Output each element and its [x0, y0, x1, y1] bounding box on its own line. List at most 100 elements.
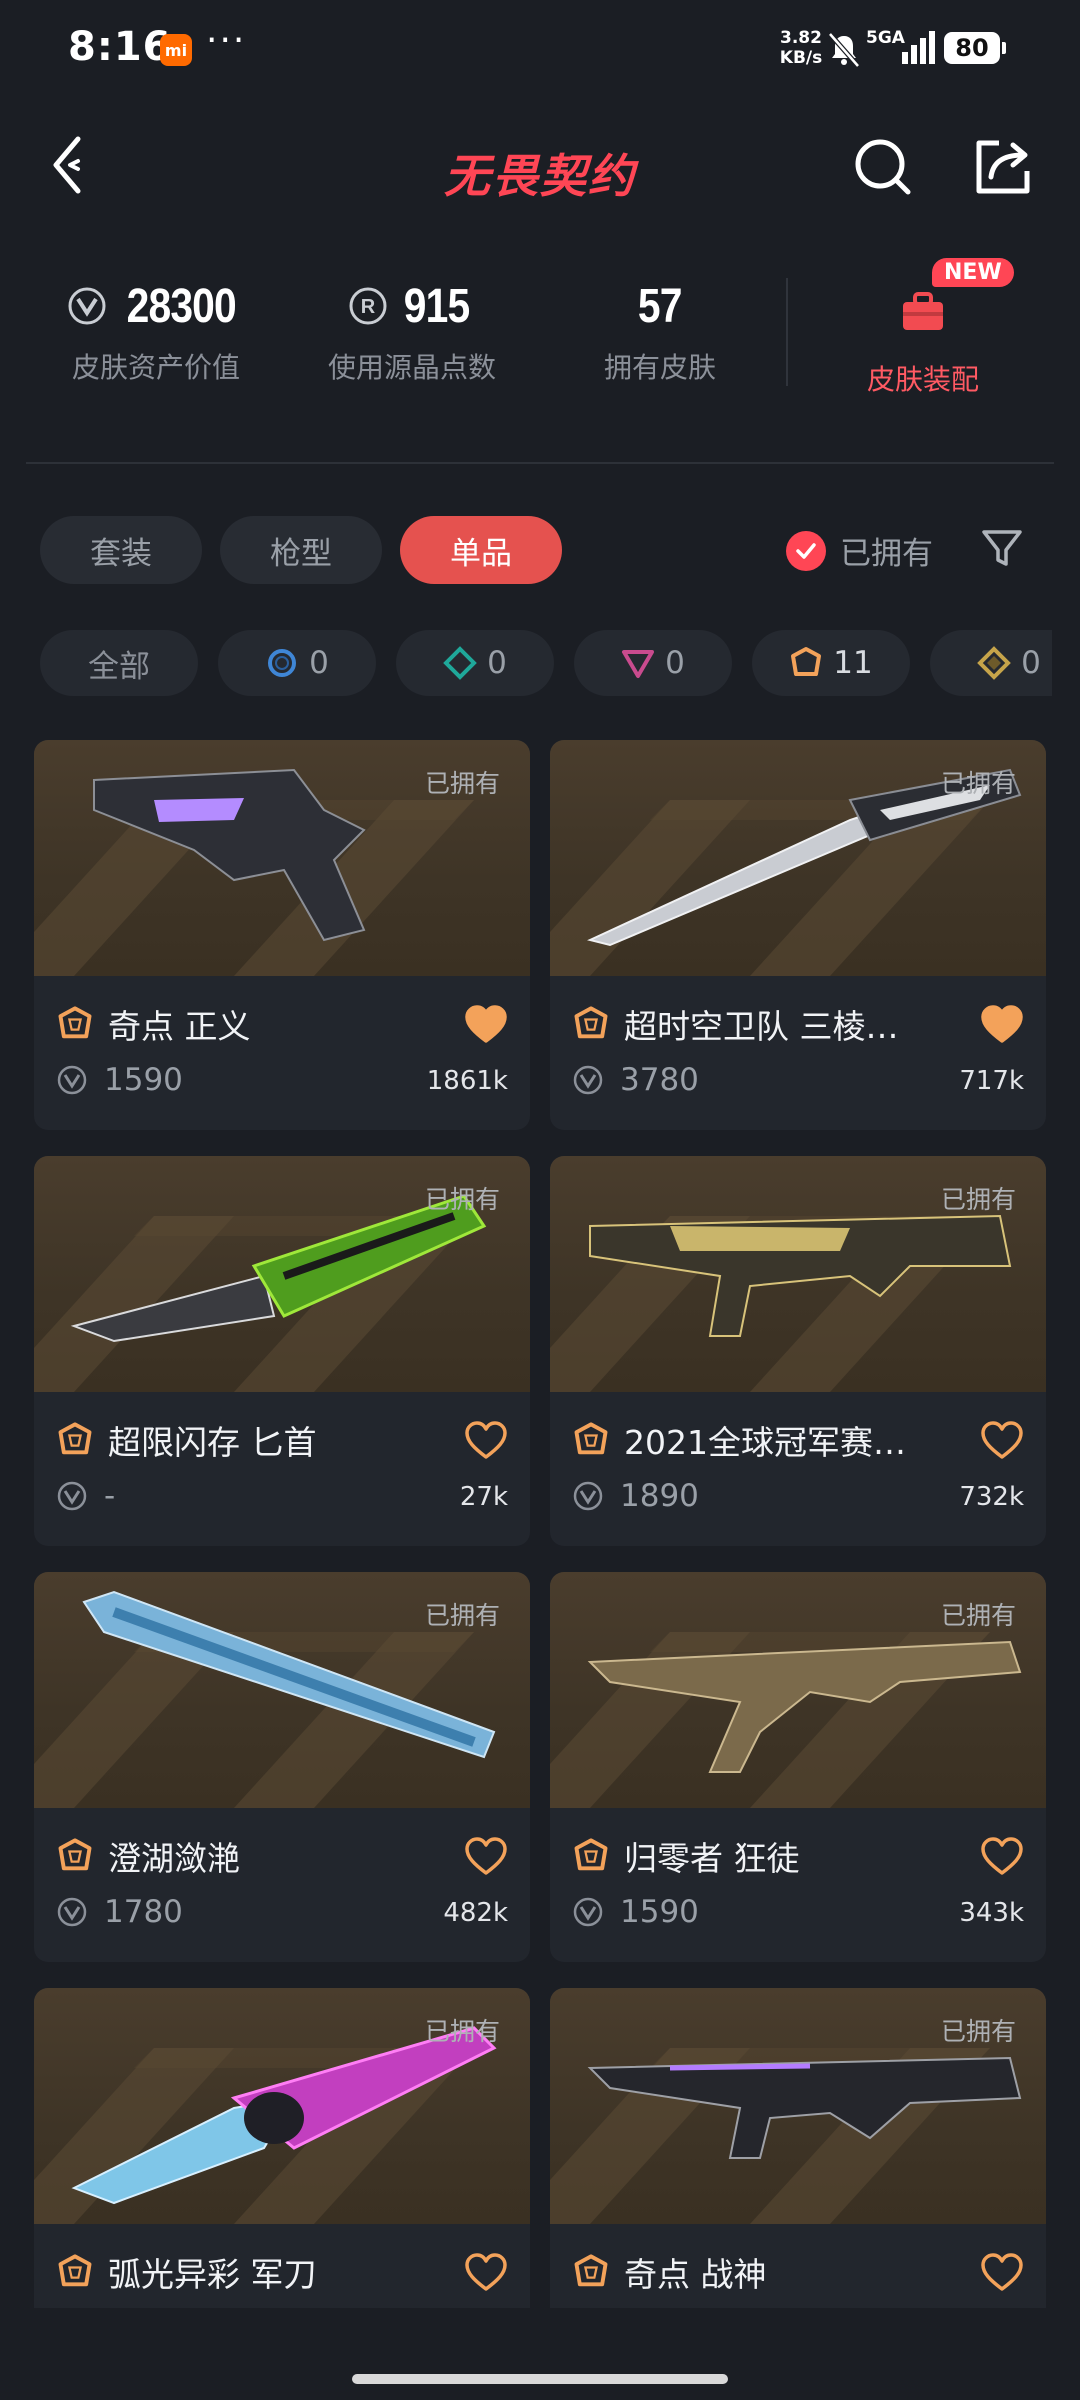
category-tabs: 套装 枪型 单品	[40, 516, 562, 586]
like-count: 482k	[443, 1898, 508, 1928]
skin-name: 超限闪存 匕首	[108, 1423, 317, 1462]
owned-badge: 已拥有	[940, 1601, 1016, 1630]
skin-name: 奇点 正义	[108, 1007, 251, 1046]
skin-name: 2021全球冠军赛…	[624, 1423, 906, 1462]
home-indicator[interactable]	[352, 2374, 728, 2384]
tab-single-items[interactable]: 单品	[400, 516, 562, 584]
skin-card[interactable]: 已拥有 归零者 狂徒 1590 343k	[550, 1572, 1046, 1962]
ultra-tier-icon	[791, 647, 822, 676]
owned-badge: 已拥有	[424, 2017, 500, 2046]
skin-outfit-label: 皮肤装配	[866, 363, 979, 396]
tier-chip-count: 0	[309, 645, 329, 681]
skin-card[interactable]: 已拥有 超限闪存 匕首 - 27k	[34, 1156, 530, 1546]
asset-value: 28300	[126, 279, 236, 333]
ultra-tier-icon	[574, 1006, 608, 1039]
skin-card[interactable]: 已拥有弧光异彩 军刀	[34, 1988, 530, 2308]
funnel-icon	[982, 530, 1022, 566]
skin-price: 3780	[620, 1062, 699, 1098]
battery-icon: 80	[944, 32, 1006, 64]
svg-text:R: R	[361, 296, 376, 318]
filter-button[interactable]	[976, 522, 1028, 574]
heart-icon[interactable]	[464, 2252, 508, 2292]
ultra-tier-icon	[58, 1838, 92, 1871]
account-stats: 28300 皮肤资产价值 R 915 使用源晶点数 57 拥有皮肤 皮肤装配	[0, 258, 1080, 418]
network-speed-unit: KB/s	[779, 48, 823, 68]
vp-coin-icon	[573, 1897, 603, 1927]
skin-name: 弧光异彩 军刀	[108, 2255, 317, 2294]
back-arrow-icon	[53, 136, 81, 194]
tab-bundles[interactable]: 套装	[40, 516, 202, 584]
briefcase-icon	[903, 292, 943, 330]
network-speed: 3.82 KB/s	[776, 28, 826, 68]
tier-chip-ultra[interactable]: 11	[752, 630, 910, 696]
owned-filter-toggle[interactable]: 已拥有	[786, 528, 933, 573]
new-badge: NEW	[932, 258, 1014, 287]
search-button[interactable]	[850, 134, 916, 200]
divider	[26, 462, 1054, 464]
vp-coin-icon	[57, 1065, 87, 1095]
skin-card[interactable]: 已拥有 奇点 战神	[550, 1988, 1046, 2308]
more-notifications-icon: ···	[206, 20, 247, 61]
skin-image: 已拥有	[34, 1988, 530, 2224]
ultra-tier-icon	[574, 1422, 608, 1455]
status-bar: 8:16 mi ··· 3.82 KB/s 5GA 80	[0, 0, 1080, 100]
heart-icon[interactable]	[980, 1004, 1024, 1044]
heart-icon[interactable]	[980, 1420, 1024, 1460]
tier-chip-premium[interactable]: 0	[574, 630, 732, 696]
stat-asset-value: 28300 皮肤资产价值	[56, 276, 256, 386]
owned-badge: 已拥有	[424, 1185, 500, 1214]
skin-name: 归零者 狂徒	[624, 1839, 800, 1878]
skin-card[interactable]: 已拥有 超时空卫队 三棱… 3780 717k	[550, 740, 1046, 1130]
skin-grid: 已拥有 奇点 正义 1590 1861k 已拥有 超时空卫队 三棱… 3780 717k 已拥有…	[34, 740, 1046, 2308]
radianite-label: 使用源晶点数	[327, 351, 496, 384]
ultra-tier-icon	[58, 2254, 92, 2287]
tier-chip-deluxe[interactable]: 0	[396, 630, 554, 696]
bell-muted-icon	[828, 32, 860, 68]
stat-owned-skins: 57 拥有皮肤	[570, 276, 750, 386]
owned-checkbox[interactable]	[786, 530, 826, 571]
like-count: 27k	[459, 1482, 508, 1512]
deluxe-tier-icon	[443, 646, 477, 680]
skin-card[interactable]: 已拥有 奇点 正义 1590 1861k	[34, 740, 530, 1130]
skin-card[interactable]: 已拥有 2021全球冠军赛… 1890 732k	[550, 1156, 1046, 1546]
mi-app-icon: mi	[160, 34, 192, 66]
stats-divider	[786, 278, 788, 386]
skin-image: 已拥有	[34, 740, 530, 976]
tier-chip-all[interactable]: 全部	[40, 630, 198, 696]
share-icon	[976, 140, 1030, 194]
select-tier-icon	[268, 649, 297, 677]
app-title-logo: 无畏契约	[444, 149, 636, 203]
skin-price: 1590	[620, 1894, 699, 1930]
stat-radianite: R 915 使用源晶点数	[312, 276, 512, 386]
heart-icon[interactable]	[980, 1836, 1024, 1876]
tier-chip-select[interactable]: 0	[218, 630, 376, 696]
share-button[interactable]	[970, 134, 1036, 200]
owned-badge: 已拥有	[424, 1601, 500, 1630]
search-icon	[855, 139, 911, 195]
skin-image: 已拥有	[550, 1156, 1046, 1392]
vp-coin-icon	[573, 1065, 603, 1095]
radianite-value: 915	[404, 279, 470, 333]
heart-icon[interactable]	[464, 1004, 508, 1044]
like-count: 732k	[959, 1482, 1024, 1512]
premium-tier-icon	[622, 650, 655, 678]
ultra-tier-icon	[574, 1838, 608, 1871]
skin-price: 1780	[104, 1894, 183, 1930]
vp-coin-icon	[57, 1481, 87, 1511]
skin-card[interactable]: 已拥有 澄湖潋滟 1780 482k	[34, 1572, 530, 1962]
heart-icon[interactable]	[464, 1836, 508, 1876]
app-header: 无畏契约	[0, 100, 1080, 240]
skin-price: 1890	[620, 1478, 699, 1514]
heart-icon[interactable]	[464, 1420, 508, 1460]
tier-chip-exclusive[interactable]: 0	[930, 630, 1052, 696]
back-button[interactable]	[40, 130, 100, 200]
skin-image: 已拥有	[550, 1572, 1046, 1808]
vp-coin-icon	[68, 287, 106, 325]
tier-filter-row: 全部 0 0 0 11 0	[40, 630, 1052, 700]
heart-icon[interactable]	[980, 2252, 1024, 2292]
skin-price: 1590	[104, 1062, 183, 1098]
tab-weapon-types[interactable]: 枪型	[220, 516, 382, 584]
ultra-tier-icon	[574, 2254, 608, 2287]
tier-chip-count: 0	[487, 645, 507, 681]
owned-badge: 已拥有	[940, 2017, 1016, 2046]
